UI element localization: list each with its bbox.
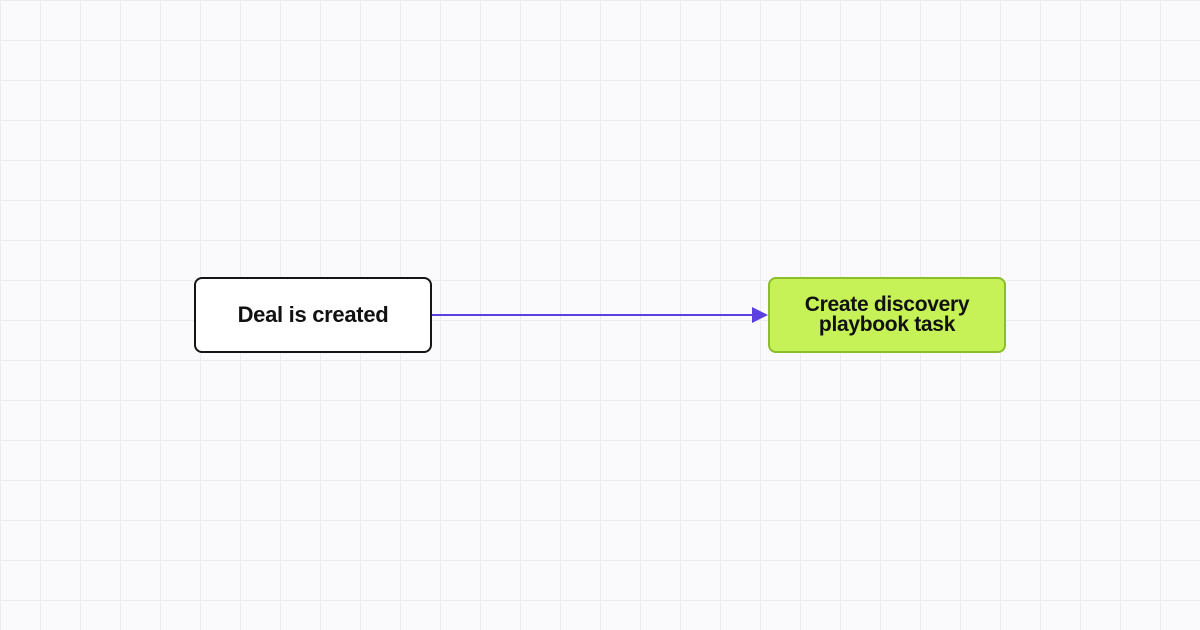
trigger-node[interactable]: Deal is created xyxy=(194,277,432,353)
flow-connector xyxy=(432,307,768,323)
trigger-node-label: Deal is created xyxy=(237,302,389,327)
diagram-canvas: Deal is created Create discovery playboo… xyxy=(0,0,1200,630)
arrowhead-icon xyxy=(752,307,768,323)
action-node-label: Create discovery playbook task xyxy=(804,293,970,336)
action-node[interactable]: Create discovery playbook task xyxy=(768,277,1006,353)
